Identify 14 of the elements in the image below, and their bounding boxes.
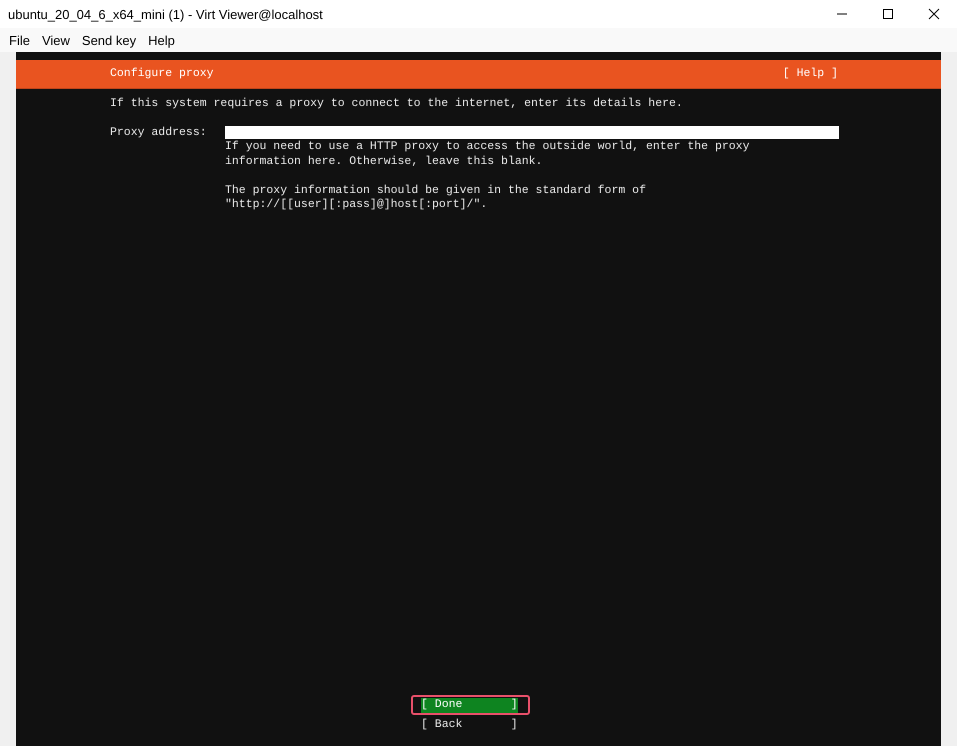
menu-item[interactable]: Send key: [76, 32, 142, 48]
field-label: Proxy address:: [110, 126, 208, 140]
help-text: If you need to use a HTTP proxy to access the outside world, enter the proxy information here. Otherwise, leave this blank.: [225, 140, 750, 169]
menu-button[interactable]: [ Done ]: [421, 698, 518, 712]
window-title: ubuntu_20_04_6_x64_mini (1) - Virt Viewer@localhost: [8, 6, 324, 22]
menu-item[interactable]: File: [3, 32, 36, 48]
help-link[interactable]: [ Help ]: [782, 66, 838, 82]
screen-title: Configure proxy: [110, 66, 214, 82]
help-text: The proxy information should be given in the standard form of "http://[[user][:pass]@]host[:port]/".: [225, 184, 647, 212]
menu-button[interactable]: [ Back ]: [421, 718, 518, 732]
intro-text: If this system requires a proxy to connect to the internet, enter its details here.: [110, 97, 684, 112]
menu-item[interactable]: View: [36, 32, 76, 48]
menu-item[interactable]: Help: [142, 32, 181, 48]
proxy-address-field[interactable]: [225, 126, 839, 140]
